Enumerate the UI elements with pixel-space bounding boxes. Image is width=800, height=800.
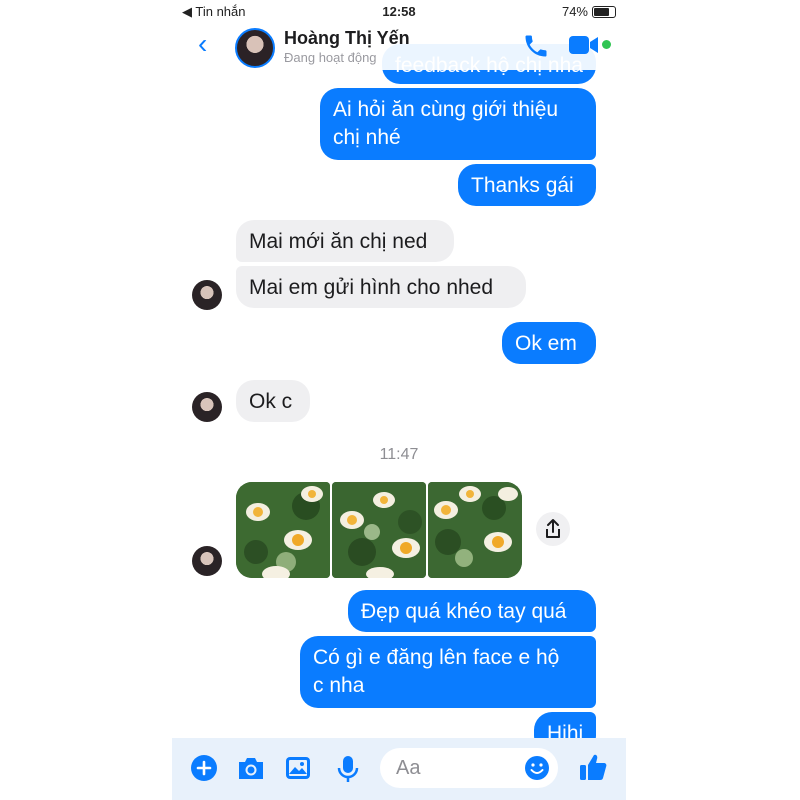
- message-outgoing[interactable]: Thanks gái: [458, 164, 596, 206]
- contact-avatar[interactable]: [192, 392, 222, 422]
- battery-percent: 74%: [561, 4, 588, 19]
- message-text: Mai mới ăn chị ned: [249, 230, 428, 253]
- message-outgoing[interactable]: Đẹp quá khéo tay quá: [348, 590, 596, 632]
- online-status-dot: [602, 40, 611, 49]
- message-text: Ok em: [515, 332, 577, 355]
- status-right: 74%: [562, 4, 616, 19]
- video-call-button[interactable]: [568, 34, 600, 61]
- share-icon: [546, 519, 560, 538]
- message-text: Ai hỏi ăn cùng giới thiệu: [333, 98, 559, 121]
- message-text-line2: c nha: [313, 674, 365, 697]
- emoji-icon[interactable]: [524, 755, 550, 781]
- clock: 12:58: [382, 4, 416, 19]
- photo-attachment[interactable]: [428, 482, 522, 578]
- message-input[interactable]: Aa: [380, 748, 558, 788]
- plus-circle-icon: [191, 755, 217, 781]
- composer-bar: Aa: [172, 738, 626, 800]
- message-text: Thanks gái: [471, 174, 574, 197]
- image-gallery-icon: [286, 757, 310, 779]
- microphone-icon: [337, 756, 359, 782]
- message-text: Đẹp quá khéo tay quá: [361, 600, 567, 623]
- phone-icon: [525, 35, 547, 57]
- message-outgoing[interactable]: Ai hỏi ăn cùng giới thiệu chị nhé: [320, 88, 596, 160]
- contact-name[interactable]: Hoàng Thị Yến: [284, 28, 410, 49]
- message-timestamp: 11:47: [379, 446, 419, 463]
- status-bar: ◀ Tin nhắn 12:58 74%: [172, 0, 626, 24]
- message-incoming[interactable]: Mai em gửi hình cho nhed: [236, 266, 526, 308]
- contact-avatar-large[interactable]: [235, 28, 275, 68]
- message-outgoing[interactable]: Có gì e đăng lên face e hộ c nha: [300, 636, 596, 708]
- message-incoming[interactable]: Mai mới ăn chị ned: [236, 220, 454, 262]
- share-button[interactable]: [536, 512, 570, 546]
- message-text: Có gì e đăng lên face e hộ: [313, 646, 560, 669]
- message-list[interactable]: feedback hộ chị nha Ai hỏi ăn cùng giới …: [172, 0, 626, 754]
- message-incoming[interactable]: Ok c: [236, 380, 310, 422]
- back-chevron-icon[interactable]: ‹: [198, 30, 207, 58]
- message-outgoing[interactable]: Ok em: [502, 322, 596, 364]
- chat-screen: feedback hộ chị nha Ai hỏi ăn cùng giới …: [172, 0, 626, 800]
- message-text: Ok c: [249, 390, 293, 413]
- gallery-button[interactable]: [284, 754, 312, 787]
- food-photo-image: [236, 482, 330, 578]
- chat-header: ‹ Hoàng Thị Yến Đang hoạt động: [172, 22, 626, 70]
- contact-avatar[interactable]: [192, 546, 222, 576]
- video-camera-icon: [569, 36, 598, 54]
- phone-call-button[interactable]: [522, 32, 550, 65]
- battery-icon: [592, 5, 616, 18]
- food-photo-image: [428, 482, 522, 578]
- message-text: Mai em gửi hình cho nhed: [249, 276, 494, 299]
- message-text-line2: chị nhé: [333, 126, 401, 149]
- voice-message-button[interactable]: [336, 754, 360, 789]
- photo-attachment[interactable]: [332, 482, 426, 578]
- message-input-placeholder: Aa: [396, 757, 421, 779]
- like-button[interactable]: [578, 752, 608, 787]
- contact-status: Đang hoạt động: [284, 50, 377, 65]
- food-photo-image: [332, 482, 426, 578]
- add-more-button[interactable]: [190, 754, 218, 787]
- thumbs-up-icon: [580, 754, 607, 780]
- camera-icon: [239, 758, 263, 779]
- camera-button[interactable]: [236, 754, 266, 787]
- contact-avatar[interactable]: [192, 280, 222, 310]
- photo-attachment[interactable]: [236, 482, 330, 578]
